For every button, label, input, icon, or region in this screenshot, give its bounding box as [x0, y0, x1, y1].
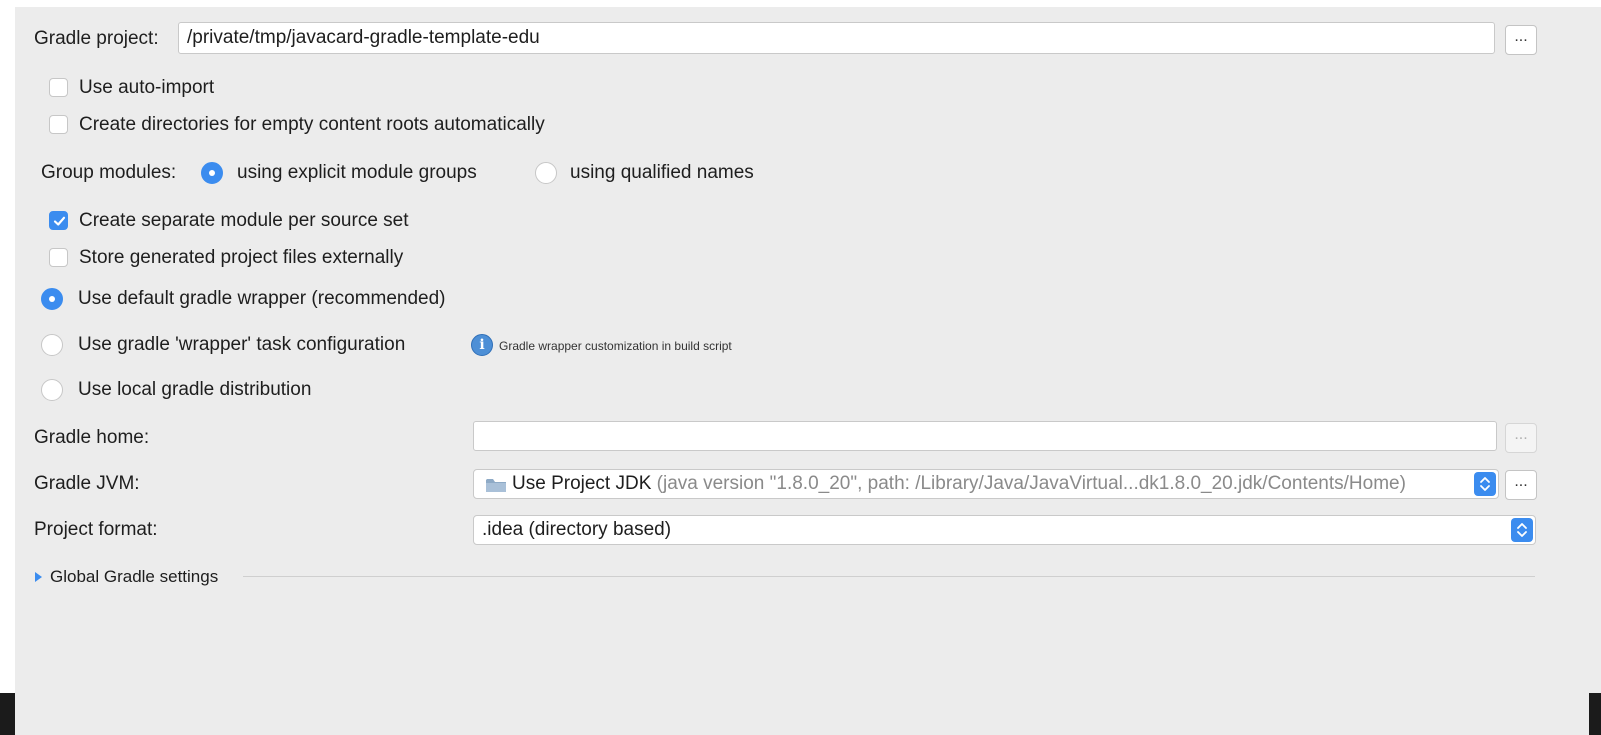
default-wrapper-radio[interactable] — [41, 288, 63, 310]
gradle-jvm-browse-button[interactable]: ... — [1505, 470, 1537, 500]
triangle-right-icon — [35, 572, 42, 582]
window-edge-right — [1589, 693, 1601, 735]
gradle-jvm-combobox[interactable]: Use Project JDK (java version "1.8.0_20"… — [473, 469, 1499, 499]
store-externally-label: Store generated project files externally — [79, 247, 404, 268]
up-down-arrows-icon — [1517, 523, 1527, 537]
wrapper-task-label: Use gradle 'wrapper' task configuration — [78, 334, 406, 355]
gradle-project-field[interactable]: /private/tmp/javacard-gradle-template-ed… — [178, 22, 1495, 54]
store-externally-checkbox[interactable] — [49, 248, 68, 267]
info-icon: i — [471, 334, 493, 356]
gradle-jvm-dropdown-arrow[interactable] — [1474, 472, 1496, 496]
gradle-home-label: Gradle home: — [34, 427, 150, 448]
folder-icon — [486, 479, 506, 492]
qualified-names-radio[interactable] — [535, 162, 557, 184]
project-format-selected: .idea (directory based) — [482, 519, 672, 540]
group-modules-label: Group modules: — [41, 162, 177, 183]
gradle-settings-panel: Gradle project: /private/tmp/javacard-gr… — [15, 7, 1601, 735]
gradle-project-label: Gradle project: — [34, 28, 159, 49]
create-directories-label: Create directories for empty content roo… — [79, 114, 545, 135]
gradle-home-browse-button[interactable]: ... — [1505, 423, 1537, 453]
checkmark-icon — [53, 216, 66, 226]
global-gradle-settings-label: Global Gradle settings — [50, 567, 219, 586]
auto-import-checkbox[interactable] — [49, 78, 68, 97]
gradle-jvm-selected-detail: (java version "1.8.0_20", path: /Library… — [656, 473, 1406, 494]
gradle-project-browse-button[interactable]: ... — [1505, 25, 1537, 55]
gradle-home-field[interactable] — [473, 421, 1497, 451]
default-wrapper-label: Use default gradle wrapper (recommended) — [78, 288, 446, 309]
window-edge-left — [0, 693, 15, 735]
separate-module-label: Create separate module per source set — [79, 210, 409, 231]
gradle-jvm-label: Gradle JVM: — [34, 473, 140, 494]
explicit-module-groups-radio[interactable] — [201, 162, 223, 184]
gradle-jvm-selected-name: Use Project JDK — [512, 473, 652, 494]
gradle-project-path: /private/tmp/javacard-gradle-template-ed… — [187, 27, 540, 48]
project-format-label: Project format: — [34, 519, 158, 540]
qualified-names-label: using qualified names — [570, 162, 754, 183]
project-format-combobox[interactable]: .idea (directory based) — [473, 515, 1536, 545]
create-directories-checkbox[interactable] — [49, 115, 68, 134]
local-distribution-radio[interactable] — [41, 379, 63, 401]
wrapper-hint-text: Gradle wrapper customization in build sc… — [499, 339, 732, 353]
auto-import-label: Use auto-import — [79, 77, 215, 98]
wrapper-task-radio[interactable] — [41, 334, 63, 356]
up-down-arrows-icon — [1480, 477, 1490, 491]
project-format-dropdown-arrow[interactable] — [1511, 518, 1533, 542]
local-distribution-label: Use local gradle distribution — [78, 379, 312, 400]
separate-module-checkbox[interactable] — [49, 211, 68, 230]
section-separator — [243, 576, 1535, 577]
explicit-module-groups-label: using explicit module groups — [237, 162, 477, 183]
